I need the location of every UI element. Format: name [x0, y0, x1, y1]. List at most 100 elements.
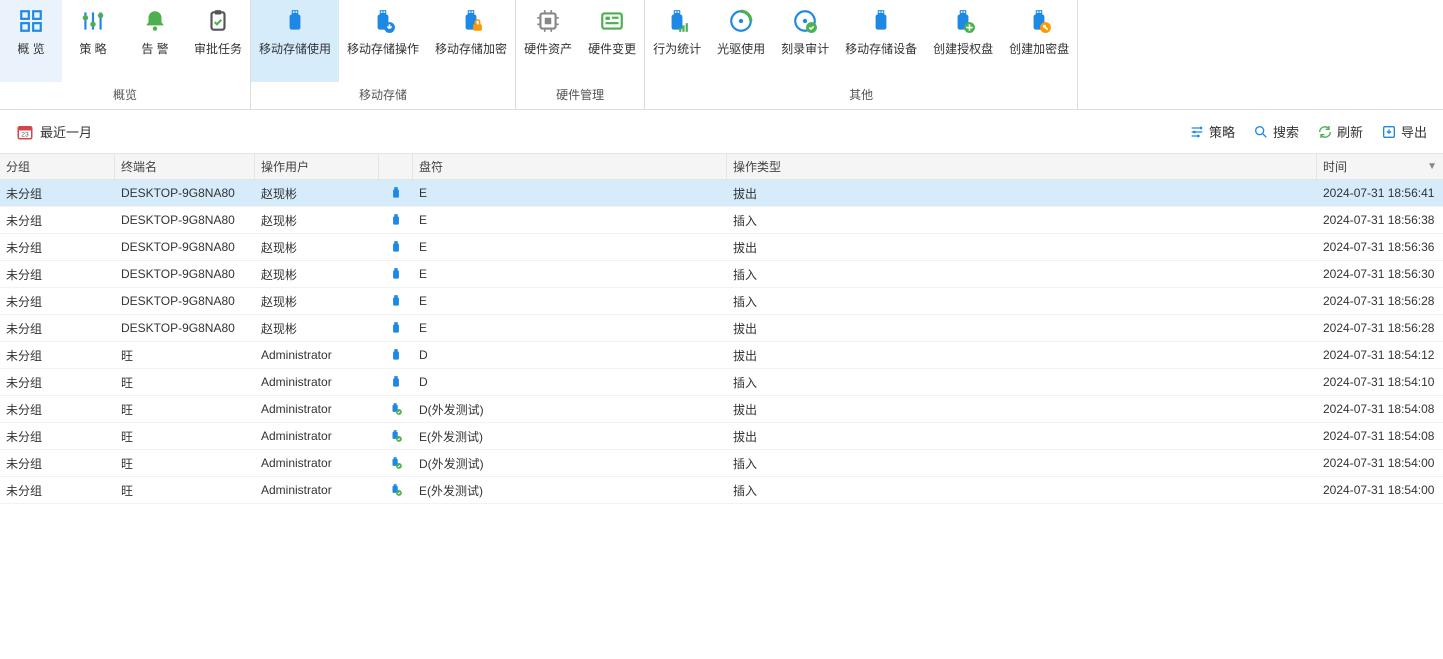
ribbon-toolbar: 概 览 策 略 告 警审批任务概览移动存储使用移动存储操作移动存储加密移动存储硬件资…	[0, 0, 1443, 110]
ribbon-item-label: 创建授权盘	[933, 40, 993, 57]
cell-terminal: 旺	[115, 401, 255, 418]
ribbon-item-ms-encrypt[interactable]: 移动存储加密	[427, 0, 515, 82]
table-row[interactable]: 未分组DESKTOP-9G8NA80赵现彬E插入2024-07-31 18:56…	[0, 261, 1443, 288]
ribbon-item-label: 移动存储设备	[845, 40, 917, 57]
table-row[interactable]: 未分组旺AdministratorD(外发测试)拔出2024-07-31 18:…	[0, 396, 1443, 423]
ribbon-item-hw-change[interactable]: 硬件变更	[580, 0, 644, 82]
cell-terminal: DESKTOP-9G8NA80	[115, 321, 255, 335]
cell-time: 2024-07-31 18:56:41	[1317, 186, 1443, 200]
export-icon	[1381, 124, 1397, 140]
ribbon-item-policy[interactable]: 策 略	[62, 0, 124, 82]
cell-time: 2024-07-31 18:54:08	[1317, 429, 1443, 443]
sliders-icon	[1189, 124, 1205, 140]
table-row[interactable]: 未分组DESKTOP-9G8NA80赵现彬E拔出2024-07-31 18:56…	[0, 315, 1443, 342]
policy-action[interactable]: 策略	[1189, 122, 1235, 141]
ribbon-group-label: 硬件管理	[516, 82, 644, 109]
cell-drive: E	[413, 186, 727, 200]
cell-terminal: DESKTOP-9G8NA80	[115, 267, 255, 281]
cell-group: 未分组	[0, 212, 115, 229]
chevron-down-icon: ▼	[1427, 161, 1437, 172]
table-row[interactable]: 未分组旺AdministratorD(外发测试)插入2024-07-31 18:…	[0, 450, 1443, 477]
ribbon-item-hw-asset[interactable]: 硬件资产	[516, 0, 580, 82]
table-row[interactable]: 未分组旺AdministratorE(外发测试)拔出2024-07-31 18:…	[0, 423, 1443, 450]
cell-device-icon	[379, 321, 413, 335]
header-terminal[interactable]: 终端名	[115, 154, 255, 179]
search-icon	[1253, 124, 1269, 140]
usb-icon	[389, 348, 403, 362]
table-row[interactable]: 未分组旺AdministratorD插入2024-07-31 18:54:10	[0, 369, 1443, 396]
refresh-action[interactable]: 刷新	[1317, 122, 1363, 141]
cell-terminal: DESKTOP-9G8NA80	[115, 294, 255, 308]
usb-icon	[389, 186, 403, 200]
header-user[interactable]: 操作用户	[255, 154, 379, 179]
table-row[interactable]: 未分组旺AdministratorE(外发测试)插入2024-07-31 18:…	[0, 477, 1443, 504]
ribbon-group: 移动存储使用移动存储操作移动存储加密移动存储	[251, 0, 516, 109]
grid-header-row: 分组 终端名 操作用户 盘符 操作类型 时间▼	[0, 153, 1443, 180]
usb-icon	[389, 294, 403, 308]
cell-group: 未分组	[0, 185, 115, 202]
ribbon-item-auth-disk[interactable]: 创建授权盘	[925, 0, 1001, 82]
cell-optype: 插入	[727, 212, 1317, 229]
cell-group: 未分组	[0, 239, 115, 256]
usb-icon	[389, 402, 403, 416]
ribbon-item-ms-usage[interactable]: 移动存储使用	[251, 0, 339, 82]
header-group[interactable]: 分组	[0, 154, 115, 179]
cell-user: 赵现彬	[255, 239, 379, 256]
ribbon-item-burn-audit[interactable]: 刻录审计	[773, 0, 837, 82]
cell-terminal: 旺	[115, 374, 255, 391]
cell-group: 未分组	[0, 455, 115, 472]
cell-user: Administrator	[255, 483, 379, 497]
cell-device-icon	[379, 429, 413, 443]
ribbon-group: 概 览 策 略 告 警审批任务概览	[0, 0, 251, 109]
header-drive[interactable]: 盘符	[413, 154, 727, 179]
table-row[interactable]: 未分组DESKTOP-9G8NA80赵现彬E插入2024-07-31 18:56…	[0, 288, 1443, 315]
ribbon-item-approval[interactable]: 审批任务	[186, 0, 250, 82]
ribbon-item-label: 概 览	[17, 40, 44, 57]
ribbon-group-label: 概览	[0, 82, 250, 109]
cell-device-icon	[379, 456, 413, 470]
table-row[interactable]: 未分组DESKTOP-9G8NA80赵现彬E拔出2024-07-31 18:56…	[0, 180, 1443, 207]
cell-user: Administrator	[255, 456, 379, 470]
cell-device-icon	[379, 483, 413, 497]
header-time[interactable]: 时间▼	[1317, 154, 1443, 179]
clipboard-icon	[202, 8, 234, 34]
ribbon-item-enc-disk[interactable]: 创建加密盘	[1001, 0, 1077, 82]
ribbon-item-label: 光驱使用	[717, 40, 765, 57]
ribbon-item-label: 移动存储操作	[347, 40, 419, 57]
export-action[interactable]: 导出	[1381, 122, 1427, 141]
usb-key-icon	[1023, 8, 1055, 34]
ribbon-item-overview[interactable]: 概 览	[0, 0, 62, 82]
date-range-selector[interactable]: 最近一月	[40, 122, 92, 141]
ribbon-item-label: 审批任务	[194, 40, 242, 57]
table-row[interactable]: 未分组DESKTOP-9G8NA80赵现彬E拔出2024-07-31 18:56…	[0, 234, 1443, 261]
grid-body: 未分组DESKTOP-9G8NA80赵现彬E拔出2024-07-31 18:56…	[0, 180, 1443, 504]
ribbon-item-label: 策 略	[79, 40, 106, 57]
usb-icon	[389, 456, 403, 470]
cell-drive: E	[413, 294, 727, 308]
table-row[interactable]: 未分组DESKTOP-9G8NA80赵现彬E插入2024-07-31 18:56…	[0, 207, 1443, 234]
cell-time: 2024-07-31 18:54:00	[1317, 483, 1443, 497]
cell-user: Administrator	[255, 402, 379, 416]
cell-group: 未分组	[0, 401, 115, 418]
header-device-icon[interactable]	[379, 154, 413, 179]
ribbon-group-label: 其他	[645, 82, 1077, 109]
header-optype[interactable]: 操作类型	[727, 154, 1317, 179]
cell-time: 2024-07-31 18:54:00	[1317, 456, 1443, 470]
usb-icon	[389, 267, 403, 281]
ribbon-item-ms-oper[interactable]: 移动存储操作	[339, 0, 427, 82]
ribbon-group-label: 移动存储	[251, 82, 515, 109]
ribbon-item-label: 移动存储加密	[435, 40, 507, 57]
ribbon-item-cd-usage[interactable]: 光驱使用	[709, 0, 773, 82]
table-row[interactable]: 未分组旺AdministratorD拔出2024-07-31 18:54:12	[0, 342, 1443, 369]
ribbon-item-behavior[interactable]: 行为统计	[645, 0, 709, 82]
refresh-icon	[1317, 124, 1333, 140]
ribbon-item-alarm[interactable]: 告 警	[124, 0, 186, 82]
bell-icon	[139, 8, 171, 34]
cell-drive: D(外发测试)	[413, 401, 727, 418]
search-action[interactable]: 搜索	[1253, 122, 1299, 141]
cell-optype: 插入	[727, 374, 1317, 391]
cell-time: 2024-07-31 18:56:30	[1317, 267, 1443, 281]
cell-group: 未分组	[0, 482, 115, 499]
cell-drive: E	[413, 240, 727, 254]
ribbon-item-ms-device[interactable]: 移动存储设备	[837, 0, 925, 82]
